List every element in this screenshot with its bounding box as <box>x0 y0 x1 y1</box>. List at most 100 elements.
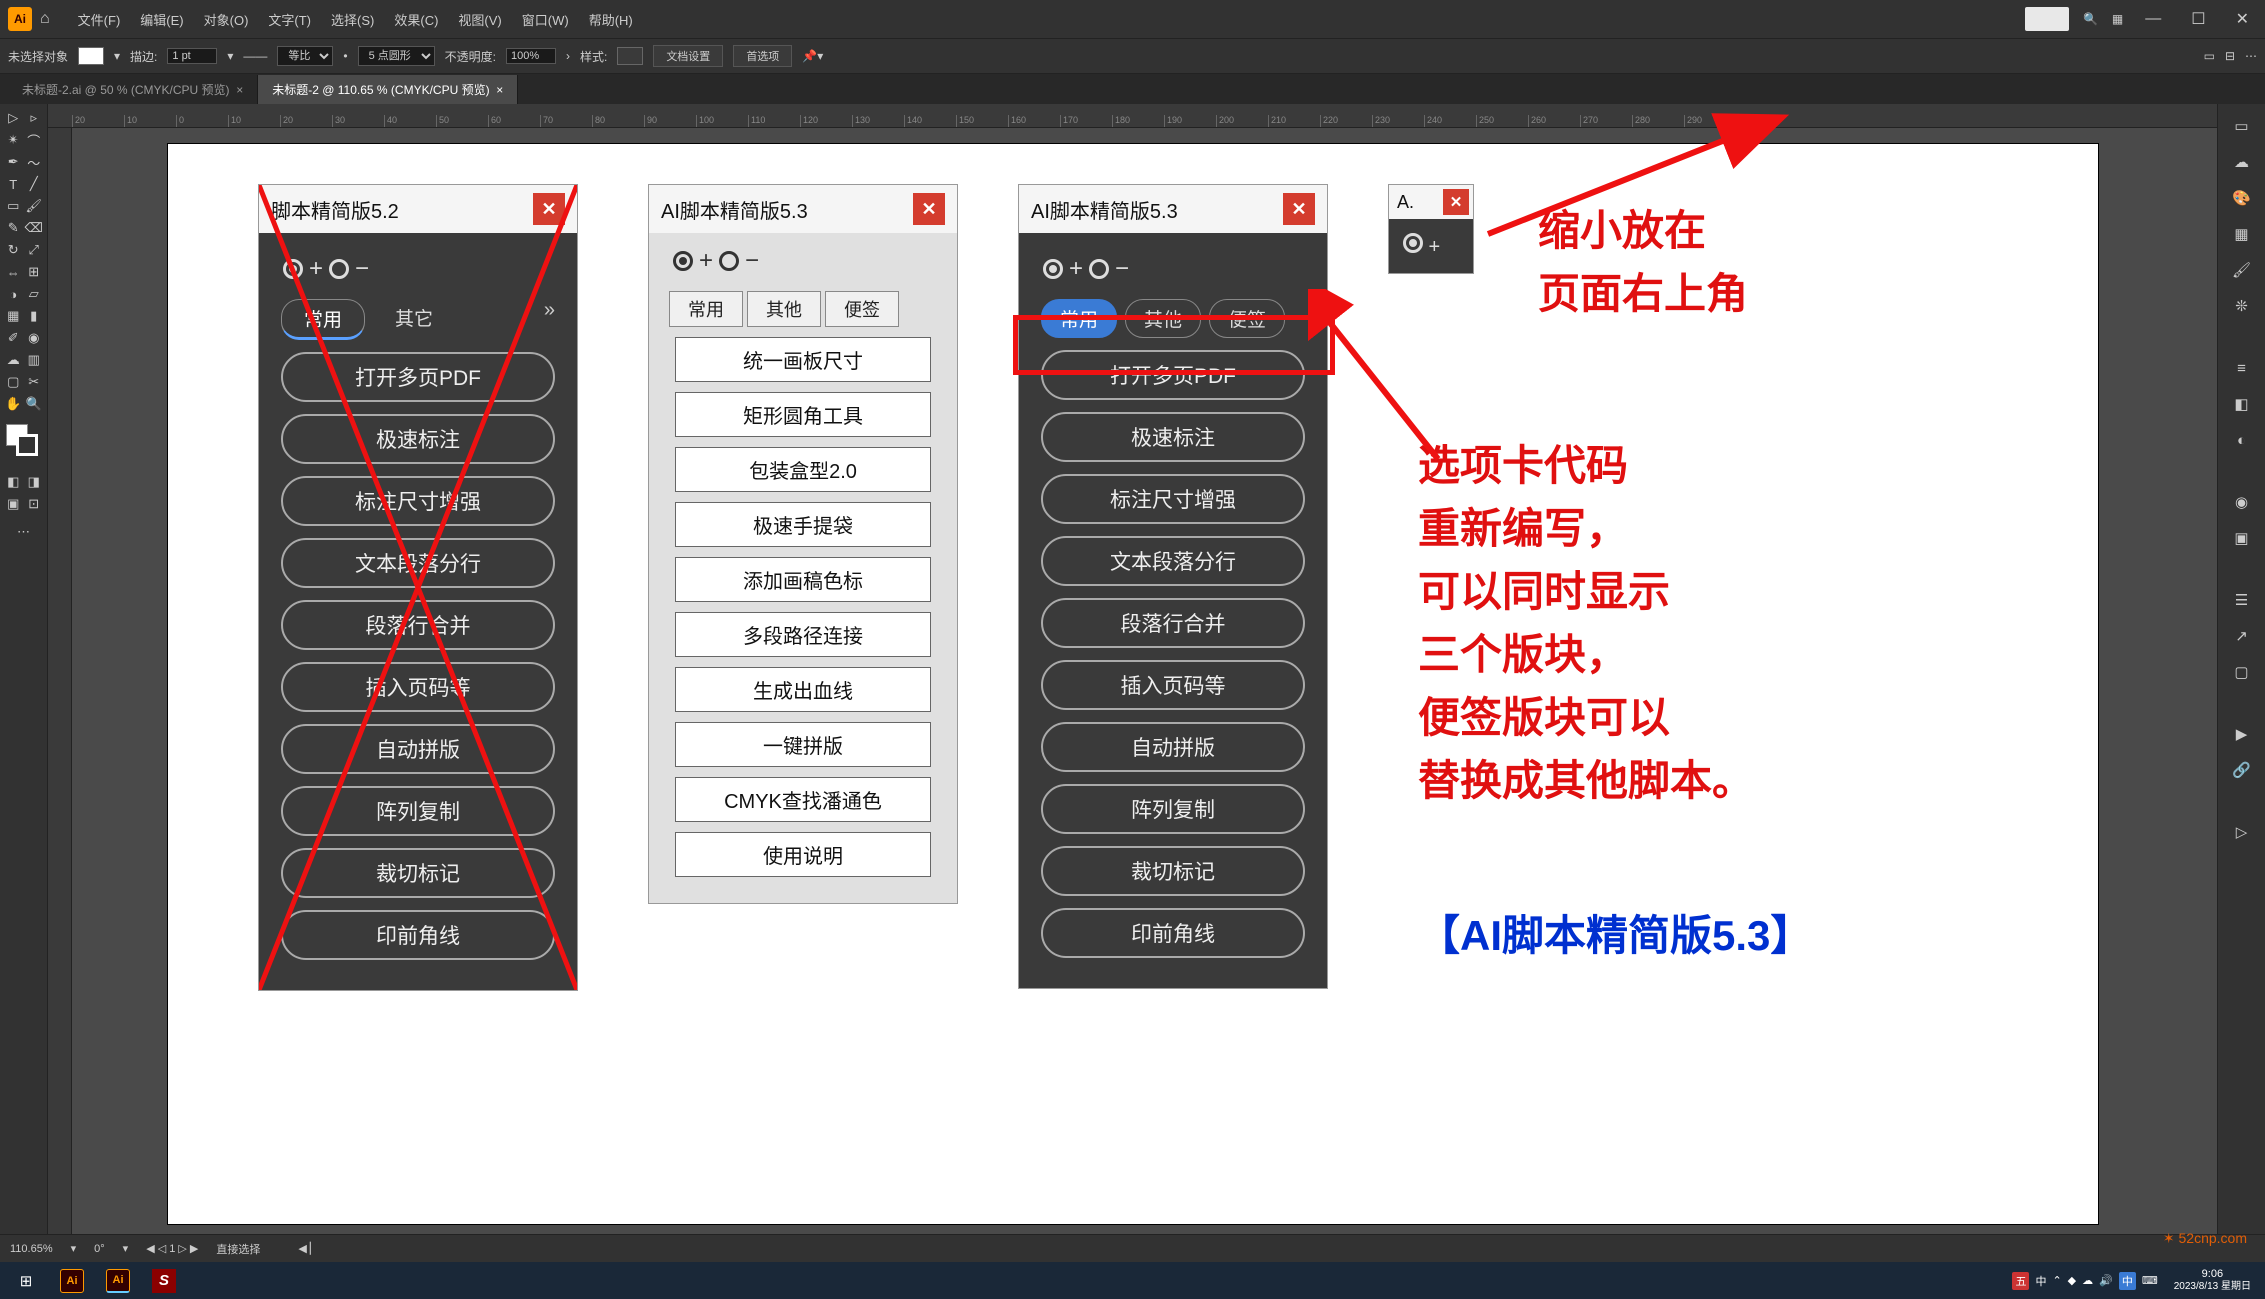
tray-up-icon[interactable]: ⌃ <box>2052 1274 2061 1287</box>
panel-mini-radio[interactable] <box>1403 233 1423 253</box>
screen-mode-icon[interactable]: ⊡ <box>25 494 44 514</box>
actions-icon[interactable]: ▶ <box>2228 720 2256 748</box>
graph-tool[interactable]: ▥ <box>25 350 44 370</box>
stroke-panel-icon[interactable]: ≡ <box>2228 354 2256 382</box>
script-button[interactable]: 极速标注 <box>281 414 555 464</box>
script-button[interactable]: 印前角线 <box>281 910 555 960</box>
system-tray[interactable]: 五 中 ⌃ ◆ ☁ 🔊 中 ⌨ <box>2012 1272 2157 1290</box>
layers-icon[interactable]: ☰ <box>2228 586 2256 614</box>
panel-53l-tab-common[interactable]: 常用 <box>669 291 743 327</box>
canvas[interactable]: 2010010203040506070809010011012013014015… <box>48 104 2217 1234</box>
minimize-button[interactable]: — <box>2137 10 2169 28</box>
shaper-tool[interactable]: ✎ <box>4 218 23 238</box>
pin-icon[interactable]: 📌▾ <box>802 49 823 63</box>
home-icon[interactable]: ⌂ <box>40 10 50 28</box>
magic-wand-tool[interactable]: ✴ <box>4 130 23 150</box>
script-button[interactable]: 使用说明 <box>675 832 931 877</box>
close-button[interactable]: ✕ <box>2228 9 2257 29</box>
start-button[interactable]: ⊞ <box>6 1266 46 1296</box>
menu-effect[interactable]: 效果(C) <box>384 10 448 29</box>
panel-53l-radio-1[interactable] <box>673 251 693 271</box>
maximize-button[interactable]: ☐ <box>2183 9 2213 29</box>
rotate-tool[interactable]: ↻ <box>4 240 23 260</box>
panel-53d-tab-common[interactable]: 常用 <box>1041 299 1117 338</box>
links-icon[interactable]: 🔗 <box>2228 756 2256 784</box>
script-button[interactable]: 裁切标记 <box>1041 846 1305 896</box>
line-tool[interactable]: ╱ <box>25 174 44 194</box>
script-button[interactable]: 打开多页PDF <box>281 352 555 402</box>
script-button[interactable]: 段落行合并 <box>281 600 555 650</box>
panel-53l-close[interactable]: ✕ <box>913 193 945 225</box>
script-button[interactable]: 打开多页PDF <box>1041 350 1305 400</box>
panel-52-radio-2[interactable] <box>329 259 349 279</box>
tab-doc-2[interactable]: 未标题-2 @ 110.65 % (CMYK/CPU 预览) × <box>258 75 518 104</box>
properties-icon[interactable]: ▭ <box>2228 112 2256 140</box>
color-icon[interactable]: 🎨 <box>2228 184 2256 212</box>
graphic-styles-icon[interactable]: ▣ <box>2228 524 2256 552</box>
panel-53d-radio-2[interactable] <box>1089 259 1109 279</box>
script-button[interactable]: 阵列复制 <box>1041 784 1305 834</box>
appearance-icon[interactable]: ◉ <box>2228 488 2256 516</box>
play-icon[interactable]: ▷ <box>2228 818 2256 846</box>
script-button[interactable]: 裁切标记 <box>281 848 555 898</box>
keyboard-icon[interactable]: ⌨ <box>2142 1274 2158 1287</box>
free-transform-tool[interactable]: ⊞ <box>25 262 44 282</box>
draw-normal-icon[interactable]: ▣ <box>4 494 23 514</box>
swatches-icon[interactable]: ▦ <box>2228 220 2256 248</box>
brushes-icon[interactable]: 🖌 <box>2228 256 2256 284</box>
zoom-tool[interactable]: 🔍 <box>25 394 44 414</box>
prefs-button[interactable]: 首选项 <box>733 45 792 67</box>
menu-file[interactable]: 文件(F) <box>68 10 131 29</box>
script-button[interactable]: 自动拼版 <box>281 724 555 774</box>
shape-builder-tool[interactable]: ◑ <box>4 284 23 304</box>
asset-export-icon[interactable]: ↗ <box>2228 622 2256 650</box>
gradient-panel-icon[interactable]: ◧ <box>2228 390 2256 418</box>
stroke-color[interactable] <box>16 434 38 456</box>
script-button[interactable]: 统一画板尺寸 <box>675 337 931 382</box>
panel-mini-close[interactable]: ✕ <box>1443 189 1469 215</box>
script-button[interactable]: 段落行合并 <box>1041 598 1305 648</box>
script-button[interactable]: CMYK查找潘通色 <box>675 777 931 822</box>
more-icon[interactable]: ⋯ <box>2245 49 2257 63</box>
symbols-icon[interactable]: ❊ <box>2228 292 2256 320</box>
selection-tool[interactable]: ▷ <box>4 108 23 128</box>
ime-icon[interactable]: 五 <box>2012 1272 2029 1290</box>
panel-52-tab-other[interactable]: 其它 <box>373 299 455 340</box>
script-button[interactable]: 标注尺寸增强 <box>1041 474 1305 524</box>
brush-tool[interactable]: 🖌 <box>25 196 44 216</box>
artboard-tool[interactable]: ▢ <box>4 372 23 392</box>
rect-tool[interactable]: ▭ <box>4 196 23 216</box>
blend-tool[interactable]: ◉ <box>25 328 44 348</box>
panel-52-close[interactable]: ✕ <box>533 193 565 225</box>
script-button[interactable]: 自动拼版 <box>1041 722 1305 772</box>
curvature-tool[interactable]: ～ <box>25 152 44 172</box>
script-button[interactable]: 极速标注 <box>1041 412 1305 462</box>
script-button[interactable]: 阵列复制 <box>281 786 555 836</box>
menu-help[interactable]: 帮助(H) <box>579 10 643 29</box>
artboard-nav[interactable]: ◀ ◁ 1 ▷ ▶ <box>146 1242 198 1255</box>
panel-53d-close[interactable]: ✕ <box>1283 193 1315 225</box>
eyedropper-tool[interactable]: ✐ <box>4 328 23 348</box>
props-icon[interactable]: ⊟ <box>2225 49 2235 63</box>
menu-object[interactable]: 对象(O) <box>194 10 259 29</box>
script-button[interactable]: 文本段落分行 <box>1041 536 1305 586</box>
script-button[interactable]: 生成出血线 <box>675 667 931 712</box>
align-icon[interactable]: ▭ <box>2204 49 2215 63</box>
menu-edit[interactable]: 编辑(E) <box>130 10 193 29</box>
gradient-tool[interactable]: ▮ <box>25 306 44 326</box>
opacity-input[interactable] <box>506 48 556 64</box>
pen-tool[interactable]: ✒ <box>4 152 23 172</box>
direct-select-tool[interactable]: ▹ <box>25 108 44 128</box>
libraries-icon[interactable]: ☁ <box>2228 148 2256 176</box>
uniform-select[interactable]: 等比 <box>277 46 333 66</box>
zoom-level[interactable]: 110.65% <box>10 1243 53 1255</box>
script-button[interactable]: 印前角线 <box>1041 908 1305 958</box>
tray-app-icon[interactable]: ◆ <box>2068 1274 2076 1287</box>
panel-52-tab-common[interactable]: 常用 <box>281 299 365 340</box>
eraser-tool[interactable]: ⌫ <box>25 218 44 238</box>
script-button[interactable]: 插入页码等 <box>1041 660 1305 710</box>
volume-icon[interactable]: 🔊 <box>2099 1274 2113 1287</box>
script-button[interactable]: 文本段落分行 <box>281 538 555 588</box>
panel-53d-tab-other[interactable]: 其他 <box>1125 299 1201 338</box>
arrange-icon[interactable]: ▦ <box>2112 12 2123 26</box>
